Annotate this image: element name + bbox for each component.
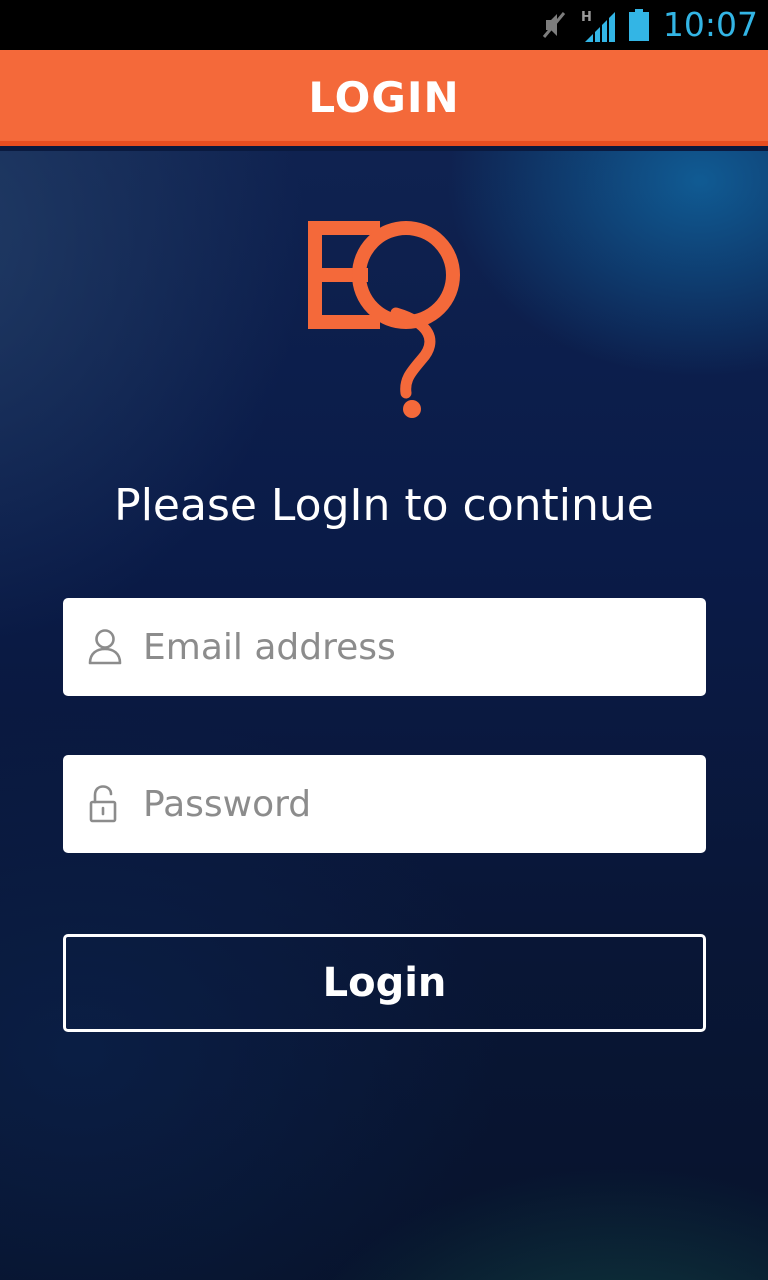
status-bar: H 10:07: [0, 0, 768, 50]
user-icon: [88, 629, 122, 665]
status-clock: 10:07: [662, 5, 758, 44]
muted-icon: [542, 12, 566, 38]
login-button[interactable]: Login: [63, 934, 706, 1032]
password-input[interactable]: [143, 755, 683, 853]
network-type-label: H: [581, 10, 592, 25]
lock-icon: [89, 785, 117, 823]
status-icons: H 10:07: [541, 0, 758, 50]
email-field[interactable]: [63, 598, 706, 696]
email-input[interactable]: [143, 598, 683, 696]
eq-logo: [308, 221, 460, 418]
app-title: LOGIN: [308, 73, 460, 122]
page-heading: Please LogIn to continue: [114, 480, 654, 531]
password-field[interactable]: [63, 755, 706, 853]
login-screen: Please LogIn to continue Login: [0, 151, 768, 1280]
battery-icon: [628, 9, 649, 41]
app-bar: LOGIN: [0, 50, 768, 146]
signal-icon: H: [581, 10, 615, 42]
